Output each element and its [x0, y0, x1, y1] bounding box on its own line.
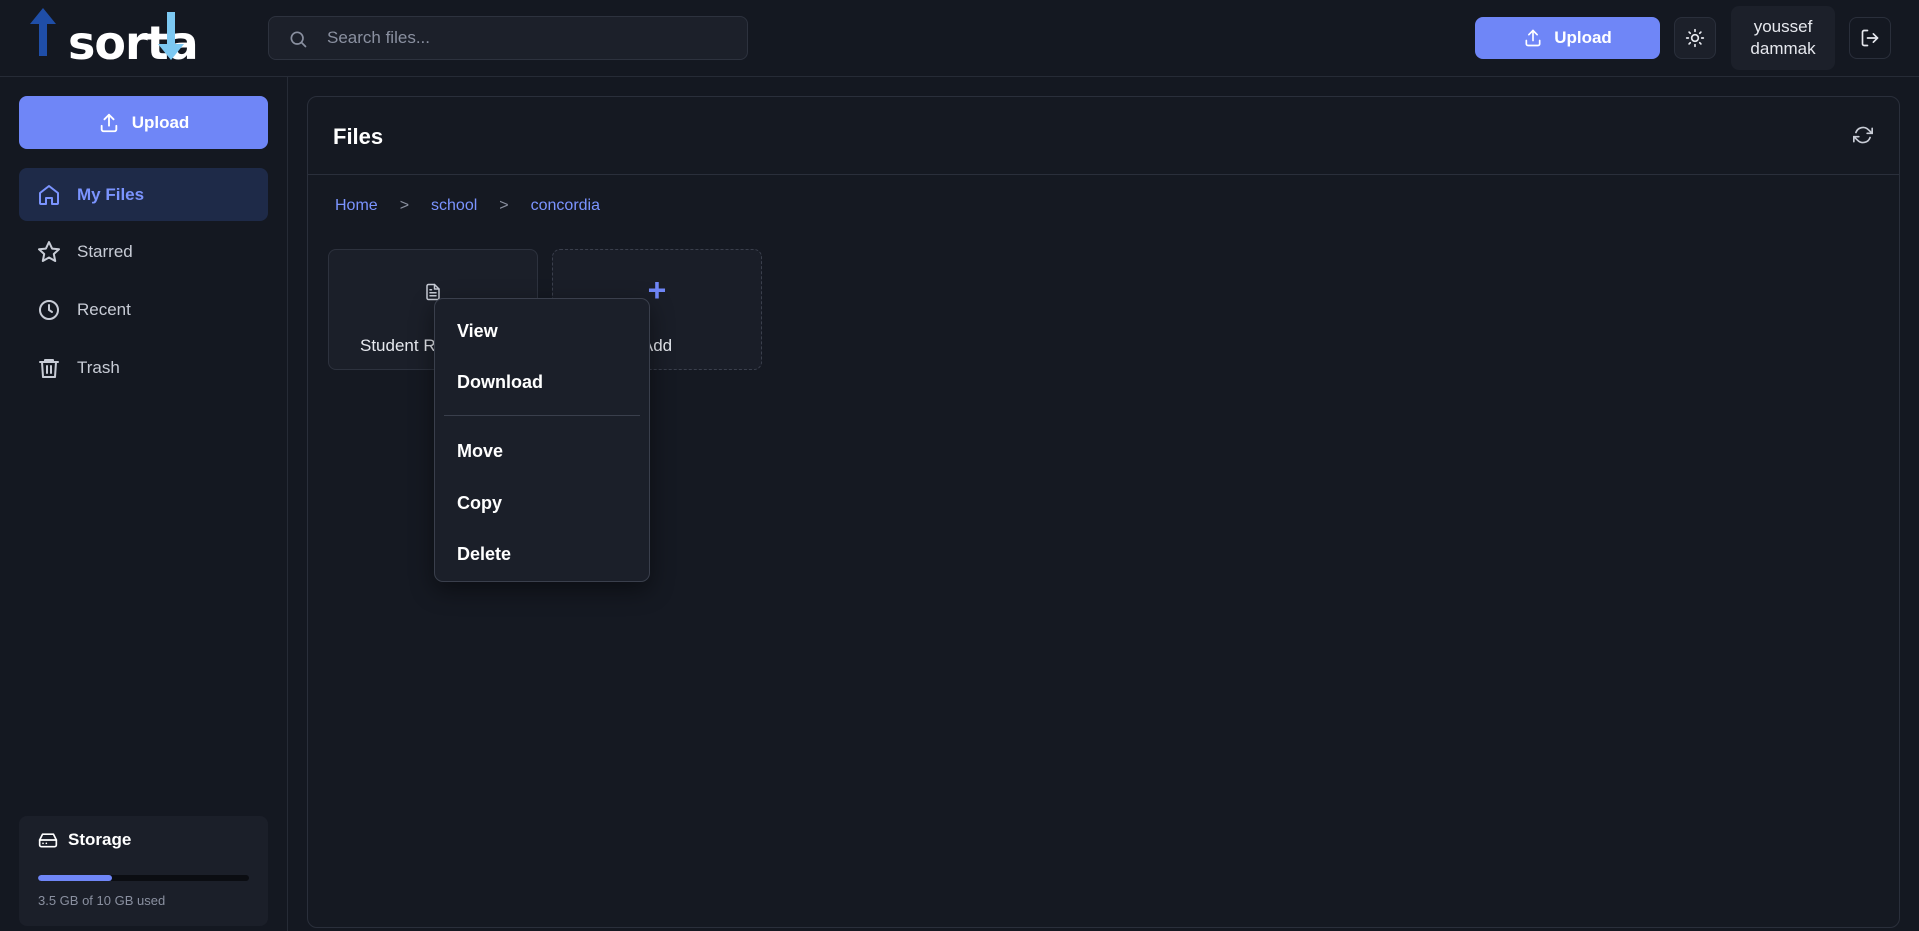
- sidebar-item-label: Recent: [77, 299, 131, 319]
- up-arrow-icon: [30, 8, 56, 56]
- plus-icon: +: [647, 272, 667, 308]
- trash-icon: [39, 358, 59, 378]
- theme-toggle-button[interactable]: [1674, 17, 1716, 59]
- refresh-button[interactable]: [1847, 119, 1879, 151]
- sidebar-item-label: My Files: [77, 184, 145, 204]
- breadcrumb: Home > school > concordia: [335, 197, 600, 215]
- breadcrumb-school[interactable]: school: [431, 197, 477, 215]
- sidebar-item-my-files[interactable]: My Files: [19, 168, 268, 221]
- user-menu[interactable]: youssef dammak: [1731, 6, 1835, 70]
- sidebar-item-recent[interactable]: Recent: [19, 283, 268, 336]
- search-bar: [268, 16, 748, 60]
- upload-icon: [100, 113, 117, 132]
- refresh-icon: [1853, 126, 1873, 144]
- page-title: Files: [333, 124, 384, 149]
- clock-icon: [39, 299, 59, 320]
- context-menu-download[interactable]: Download: [457, 372, 543, 393]
- user-last-name: dammak: [1750, 39, 1816, 58]
- context-menu-move[interactable]: Move: [457, 441, 503, 462]
- sidebar-item-label: Trash: [77, 357, 120, 377]
- sidebar-upload-label: Upload: [131, 112, 190, 132]
- panel-header: Files: [308, 97, 1899, 175]
- user-first-name: youssef: [1753, 17, 1813, 36]
- logout-icon: [1861, 29, 1879, 47]
- storage-progress-bar: [38, 875, 249, 881]
- sidebar-item-trash[interactable]: Trash: [19, 341, 268, 394]
- context-menu-divider: [444, 415, 640, 416]
- storage-title-text: Storage: [68, 830, 132, 849]
- sidebar-item-label: Starred: [77, 241, 133, 261]
- context-menu: View Download Move Copy Delete: [434, 298, 650, 582]
- sidebar-upload-button[interactable]: Upload: [19, 96, 268, 149]
- sidebar: Upload My Files Starred Recent Trash Sto…: [0, 77, 288, 931]
- header-upload-button[interactable]: Upload: [1475, 17, 1660, 59]
- header-upload-label: Upload: [1554, 28, 1612, 47]
- upload-icon: [1525, 29, 1541, 47]
- search-input[interactable]: [327, 17, 737, 59]
- context-menu-copy[interactable]: Copy: [457, 493, 502, 514]
- star-icon: [38, 240, 60, 262]
- down-arrow-icon: [158, 12, 184, 60]
- sidebar-item-starred[interactable]: Starred: [19, 225, 268, 278]
- context-menu-view[interactable]: View: [457, 321, 498, 342]
- logout-button[interactable]: [1849, 17, 1891, 59]
- breadcrumb-home[interactable]: Home: [335, 197, 378, 215]
- sorta-logo[interactable]: sorta: [30, 8, 230, 70]
- context-menu-delete[interactable]: Delete: [457, 544, 511, 565]
- breadcrumb-separator: >: [499, 197, 509, 214]
- sun-icon: [1685, 28, 1705, 48]
- storage-panel: Storage 3.5 GB of 10 GB used: [19, 816, 268, 926]
- storage-title: Storage: [38, 830, 131, 850]
- home-icon: [39, 184, 59, 205]
- top-header: sorta Upload youssef dammak: [0, 0, 1919, 77]
- breadcrumb-concordia[interactable]: concordia: [531, 197, 600, 215]
- storage-usage-text: 3.5 GB of 10 GB used: [38, 893, 166, 908]
- breadcrumb-separator: >: [399, 197, 410, 214]
- hard-drive-icon: [38, 833, 58, 848]
- storage-progress-fill: [38, 875, 112, 881]
- search-icon: [290, 31, 307, 48]
